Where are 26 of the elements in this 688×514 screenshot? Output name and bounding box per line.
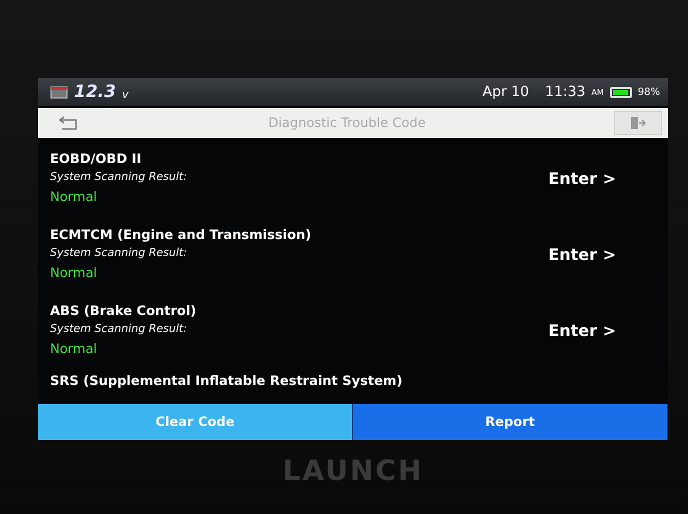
- scan-result: Normal: [50, 190, 98, 204]
- exit-button[interactable]: [614, 111, 662, 135]
- voltage-reading: 12.3: [74, 82, 116, 102]
- system-name: ECMTCM (Engine and Transmission): [50, 228, 312, 242]
- system-name: ABS (Brake Control): [50, 304, 198, 318]
- time-text: 11:33: [545, 84, 586, 100]
- report-button[interactable]: Report: [353, 404, 668, 440]
- scan-result: Normal: [50, 342, 98, 356]
- system-name: SRS (Supplemental Inflatable Restraint System): [50, 374, 404, 389]
- scan-result-label: System Scanning Result:: [50, 246, 188, 258]
- scan-result-label: System Scanning Result:: [50, 170, 188, 182]
- scan-result-label: System Scanning Result:: [50, 322, 188, 334]
- scan-result: Normal: [50, 266, 98, 280]
- enter-link[interactable]: Enter >: [548, 320, 616, 340]
- ampm-text: AM: [591, 88, 604, 96]
- enter-link[interactable]: Enter >: [548, 244, 616, 264]
- date-text: Apr 10: [482, 84, 530, 100]
- exit-door-icon: [630, 116, 646, 130]
- voltage-unit: v: [122, 88, 128, 101]
- enter-link[interactable]: Enter >: [548, 168, 616, 188]
- battery-percent: 98%: [638, 86, 660, 98]
- battery-icon: [610, 86, 632, 98]
- screen-title: Diagnostic Trouble Code: [267, 116, 427, 130]
- back-icon[interactable]: [58, 115, 80, 131]
- system-name: EOBD/OBD II: [50, 152, 142, 166]
- calendar-icon: [50, 85, 68, 99]
